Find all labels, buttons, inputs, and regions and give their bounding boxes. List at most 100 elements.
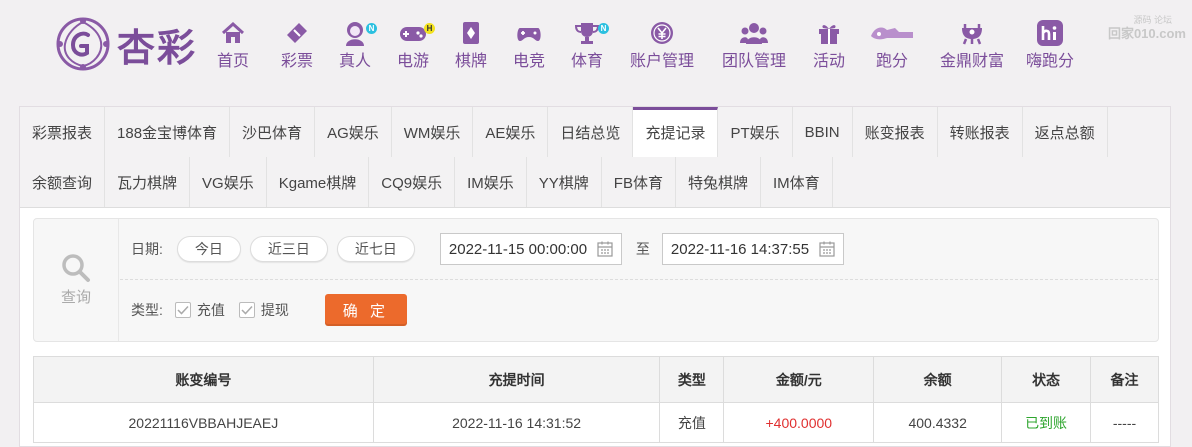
team-icon — [740, 20, 768, 46]
cell-type: 充值 — [659, 402, 725, 443]
tab-deposit-withdraw-records[interactable]: 充提记录 — [633, 107, 719, 157]
confirm-button[interactable]: 确 定 — [324, 294, 407, 326]
tab-fb-sports[interactable]: FB体育 — [602, 157, 676, 207]
tab-ae[interactable]: AE娱乐 — [473, 107, 549, 157]
tab-cq9[interactable]: CQ9娱乐 — [369, 157, 456, 207]
nav-item-egames[interactable]: H 电游 — [384, 20, 442, 71]
site-logo[interactable]: 杏彩 — [55, 14, 215, 74]
checkbox-box[interactable] — [174, 302, 191, 318]
tab-vg[interactable]: VG娱乐 — [190, 157, 267, 207]
start-datetime-input[interactable]: 2022-11-15 00:00:00 — [439, 233, 622, 265]
tab-wm[interactable]: WM娱乐 — [392, 107, 474, 157]
query-side-label: 查询 — [34, 219, 119, 341]
cell-amount: +400.0000 — [723, 402, 875, 443]
tab-bbin[interactable]: BBIN — [793, 107, 853, 157]
hi-app-icon — [1036, 20, 1064, 46]
report-tabs: 彩票报表 188金宝博体育 沙巴体育 AG娱乐 WM娱乐 AE娱乐 日结总览 充… — [20, 107, 1170, 208]
tab-saba-sports[interactable]: 沙巴体育 — [230, 107, 316, 157]
top-header: 杏彩 首页 彩票 N 真人 H 电游 棋牌 电竞 N 体育 账户管理 团队管理 … — [0, 0, 1192, 100]
last-3-days-button[interactable]: 近三日 — [249, 236, 328, 262]
records-table: 账变编号 充提时间 类型 金额/元 余额 状态 备注 20221116VBBAH… — [33, 356, 1159, 443]
tab-balance-query[interactable]: 余额查询 — [20, 157, 106, 207]
logo-emblem-icon — [56, 17, 110, 71]
checkmark-icon — [177, 305, 189, 315]
calendar-icon[interactable] — [597, 241, 613, 257]
tab-188-sports[interactable]: 188金宝博体育 — [105, 107, 231, 157]
tab-row-2: 余额查询 瓦力棋牌 VG娱乐 Kgame棋牌 CQ9娱乐 IM娱乐 YY棋牌 F… — [20, 157, 1170, 207]
nav-label: 真人 — [338, 53, 371, 70]
date-label: 日期: — [131, 241, 163, 257]
nav-item-live[interactable]: N 真人 — [326, 20, 384, 71]
nav-item-team[interactable]: 团队管理 — [708, 20, 800, 71]
lottery-ticket-icon — [283, 20, 311, 46]
tab-transfer-report[interactable]: 转账报表 — [938, 107, 1023, 157]
account-coin-icon — [648, 20, 676, 46]
nav-label: 嗨跑分 — [1025, 53, 1074, 70]
col-balance: 余额 — [873, 356, 1003, 403]
nav-item-account[interactable]: 账户管理 — [616, 20, 708, 71]
tab-im-sports[interactable]: IM体育 — [761, 157, 833, 207]
watermark: 源码 论坛 回家010.com — [1108, 15, 1186, 41]
nav-item-events[interactable]: 活动 — [800, 20, 858, 71]
withdraw-label: 提现 — [260, 302, 289, 318]
nav-item-chess-cards[interactable]: 棋牌 — [442, 20, 500, 71]
col-type: 类型 — [659, 356, 725, 403]
col-time: 充提时间 — [372, 356, 661, 403]
badge-new: N — [366, 23, 377, 34]
nav-label: 团队管理 — [721, 53, 786, 70]
withdraw-checkbox[interactable]: 提现 — [238, 300, 289, 320]
nav-item-lottery[interactable]: 彩票 — [268, 20, 326, 71]
end-datetime-value: 2022-11-16 14:37:55 — [670, 240, 810, 258]
deposit-checkbox[interactable]: 充值 — [174, 300, 225, 320]
tab-im[interactable]: IM娱乐 — [455, 157, 527, 207]
home-icon — [219, 20, 247, 46]
gift-icon — [815, 20, 843, 46]
tab-daily-overview[interactable]: 日结总览 — [548, 107, 634, 157]
trophy-icon — [573, 20, 601, 46]
type-row: 类型: 充值 提现 确 定 — [131, 293, 407, 327]
start-datetime-value: 2022-11-15 00:00:00 — [448, 240, 588, 258]
col-remark: 备注 — [1090, 356, 1159, 403]
watermark-small-text: 源码 论坛 — [1133, 15, 1172, 25]
table-row[interactable]: 20221116VBBAHJEAEJ 2022-11-16 14:31:52 充… — [33, 402, 1159, 443]
badge-new: N — [598, 23, 609, 34]
nav-item-jinding[interactable]: 金鼎财富 — [926, 20, 1018, 71]
deposit-label: 充值 — [196, 302, 225, 318]
end-datetime-input[interactable]: 2022-11-16 14:37:55 — [661, 233, 844, 265]
query-box: 查询 日期: 今日 近三日 近七日 2022-11-15 00:00:00 至 … — [33, 218, 1159, 342]
badge-hot: H — [424, 23, 435, 34]
query-divider — [120, 279, 1158, 280]
nav-label: 彩票 — [280, 53, 313, 70]
cards-icon — [457, 20, 485, 46]
nav-label: 跑分 — [875, 53, 908, 70]
nav-item-sports[interactable]: N 体育 — [558, 20, 616, 71]
nav-label: 电游 — [396, 53, 429, 70]
nav-label: 体育 — [570, 53, 603, 70]
nav-label: 首页 — [216, 53, 249, 70]
col-amount: 金额/元 — [723, 356, 875, 403]
tab-lottery-report[interactable]: 彩票报表 — [20, 107, 106, 157]
tab-rebate-total[interactable]: 返点总额 — [1023, 107, 1108, 157]
checkbox-box[interactable] — [238, 302, 255, 318]
main-nav: 首页 彩票 N 真人 H 电游 棋牌 电竞 N 体育 账户管理 团队管理 活动 … — [210, 20, 1082, 71]
tab-yy-chess[interactable]: YY棋牌 — [527, 157, 602, 207]
nav-item-hi-run-score[interactable]: 嗨跑分 — [1018, 20, 1082, 71]
today-button[interactable]: 今日 — [176, 236, 241, 262]
tab-account-change-report[interactable]: 账变报表 — [853, 107, 938, 157]
cell-balance: 400.4332 — [873, 402, 1003, 443]
tab-wali-chess[interactable]: 瓦力棋牌 — [105, 157, 191, 207]
nav-item-home[interactable]: 首页 — [210, 20, 256, 71]
nav-item-run-score[interactable]: 跑分 — [858, 20, 926, 71]
last-7-days-button[interactable]: 近七日 — [336, 236, 415, 262]
tab-kgame-chess[interactable]: Kgame棋牌 — [267, 157, 370, 207]
gamepad-icon — [399, 20, 427, 46]
tab-pt[interactable]: PT娱乐 — [718, 107, 793, 157]
calendar-icon[interactable] — [819, 241, 835, 257]
search-icon — [62, 254, 90, 282]
to-label: 至 — [635, 241, 650, 257]
tab-tetu-chess[interactable]: 特兔棋牌 — [676, 157, 761, 207]
nav-label: 棋牌 — [454, 53, 487, 70]
nav-item-esports[interactable]: 电竞 — [500, 20, 558, 71]
tab-ag[interactable]: AG娱乐 — [315, 107, 392, 157]
date-row: 日期: 今日 近三日 近七日 2022-11-15 00:00:00 至 202… — [131, 232, 844, 266]
